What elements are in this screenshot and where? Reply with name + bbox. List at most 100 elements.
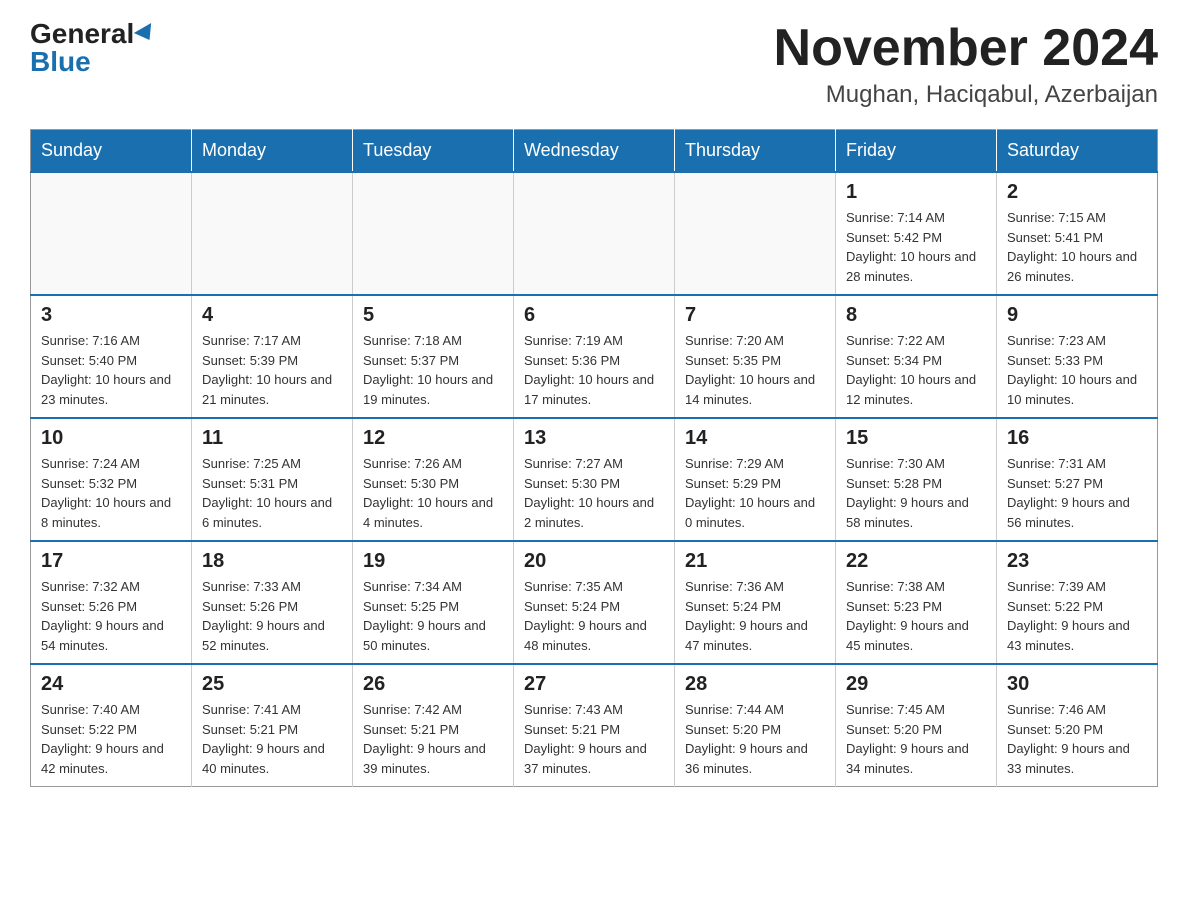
day-number: 11	[202, 427, 342, 450]
weekday-header-monday: Monday	[192, 130, 353, 173]
day-info: Sunrise: 7:44 AMSunset: 5:20 PMDaylight:…	[685, 700, 825, 778]
logo-arrow-icon	[134, 23, 158, 45]
day-info: Sunrise: 7:32 AMSunset: 5:26 PMDaylight:…	[41, 577, 181, 655]
day-number: 20	[524, 550, 664, 573]
calendar-cell: 30Sunrise: 7:46 AMSunset: 5:20 PMDayligh…	[997, 664, 1158, 787]
logo-general-text: General	[30, 20, 134, 48]
calendar-cell: 26Sunrise: 7:42 AMSunset: 5:21 PMDayligh…	[353, 664, 514, 787]
day-number: 23	[1007, 550, 1147, 573]
calendar-cell: 6 Sunrise: 7:19 AMSunset: 5:36 PMDaylight…	[514, 295, 675, 418]
day-number: 30	[1007, 673, 1147, 696]
logo-blue-text: Blue	[30, 48, 91, 76]
calendar-cell: 22Sunrise: 7:38 AMSunset: 5:23 PMDayligh…	[836, 541, 997, 664]
day-info: Sunrise: 7:23 AMSunset: 5:33 PMDaylight:…	[1007, 331, 1147, 409]
weekday-header-saturday: Saturday	[997, 130, 1158, 173]
day-number: 17	[41, 550, 181, 573]
calendar-cell: 7 Sunrise: 7:20 AMSunset: 5:35 PMDaylight…	[675, 295, 836, 418]
calendar-cell: 28Sunrise: 7:44 AMSunset: 5:20 PMDayligh…	[675, 664, 836, 787]
calendar-cell	[514, 172, 675, 295]
day-number: 15	[846, 427, 986, 450]
page-header: General Blue November 2024 Mughan, Haciq…	[30, 20, 1158, 109]
day-info: Sunrise: 7:25 AMSunset: 5:31 PMDaylight:…	[202, 454, 342, 532]
weekday-header-tuesday: Tuesday	[353, 130, 514, 173]
day-number: 7	[685, 304, 825, 327]
day-info: Sunrise: 7:19 AMSunset: 5:36 PMDaylight:…	[524, 331, 664, 409]
calendar-cell: 3 Sunrise: 7:16 AMSunset: 5:40 PMDaylight…	[31, 295, 192, 418]
day-info: Sunrise: 7:43 AMSunset: 5:21 PMDaylight:…	[524, 700, 664, 778]
day-number: 19	[363, 550, 503, 573]
day-info: Sunrise: 7:27 AMSunset: 5:30 PMDaylight:…	[524, 454, 664, 532]
calendar-cell: 8 Sunrise: 7:22 AMSunset: 5:34 PMDaylight…	[836, 295, 997, 418]
calendar-cell: 24Sunrise: 7:40 AMSunset: 5:22 PMDayligh…	[31, 664, 192, 787]
calendar-cell	[31, 172, 192, 295]
day-info: Sunrise: 7:36 AMSunset: 5:24 PMDaylight:…	[685, 577, 825, 655]
day-info: Sunrise: 7:31 AMSunset: 5:27 PMDaylight:…	[1007, 454, 1147, 532]
weekday-header-friday: Friday	[836, 130, 997, 173]
day-number: 1	[846, 181, 986, 204]
calendar-week-4: 24Sunrise: 7:40 AMSunset: 5:22 PMDayligh…	[31, 664, 1158, 787]
calendar-cell: 12 Sunrise: 7:26 AMSunset: 5:30 PMDayligh…	[353, 418, 514, 541]
calendar-cell: 21 Sunrise: 7:36 AMSunset: 5:24 PMDayligh…	[675, 541, 836, 664]
day-number: 4	[202, 304, 342, 327]
title-section: November 2024 Mughan, Haciqabul, Azerbai…	[774, 20, 1158, 109]
calendar-cell	[192, 172, 353, 295]
calendar-header-row: SundayMondayTuesdayWednesdayThursdayFrid…	[31, 130, 1158, 173]
calendar-week-3: 17 Sunrise: 7:32 AMSunset: 5:26 PMDayligh…	[31, 541, 1158, 664]
calendar-body: 1 Sunrise: 7:14 AMSunset: 5:42 PMDaylight…	[31, 172, 1158, 787]
calendar-cell: 25 Sunrise: 7:41 AMSunset: 5:21 PMDayligh…	[192, 664, 353, 787]
weekday-header-thursday: Thursday	[675, 130, 836, 173]
day-number: 29	[846, 673, 986, 696]
calendar-cell: 17 Sunrise: 7:32 AMSunset: 5:26 PMDayligh…	[31, 541, 192, 664]
day-info: Sunrise: 7:39 AMSunset: 5:22 PMDaylight:…	[1007, 577, 1147, 655]
day-info: Sunrise: 7:22 AMSunset: 5:34 PMDaylight:…	[846, 331, 986, 409]
location-title: Mughan, Haciqabul, Azerbaijan	[774, 81, 1158, 109]
calendar-cell: 1 Sunrise: 7:14 AMSunset: 5:42 PMDaylight…	[836, 172, 997, 295]
day-number: 10	[41, 427, 181, 450]
day-info: Sunrise: 7:45 AMSunset: 5:20 PMDaylight:…	[846, 700, 986, 778]
calendar-week-0: 1 Sunrise: 7:14 AMSunset: 5:42 PMDaylight…	[31, 172, 1158, 295]
day-number: 16	[1007, 427, 1147, 450]
day-number: 3	[41, 304, 181, 327]
day-info: Sunrise: 7:42 AMSunset: 5:21 PMDaylight:…	[363, 700, 503, 778]
day-number: 25	[202, 673, 342, 696]
day-number: 21	[685, 550, 825, 573]
day-number: 6	[524, 304, 664, 327]
day-number: 8	[846, 304, 986, 327]
calendar-cell: 5 Sunrise: 7:18 AMSunset: 5:37 PMDaylight…	[353, 295, 514, 418]
day-info: Sunrise: 7:41 AMSunset: 5:21 PMDaylight:…	[202, 700, 342, 778]
day-number: 22	[846, 550, 986, 573]
day-number: 9	[1007, 304, 1147, 327]
calendar-cell	[675, 172, 836, 295]
calendar-cell: 29 Sunrise: 7:45 AMSunset: 5:20 PMDayligh…	[836, 664, 997, 787]
day-number: 2	[1007, 181, 1147, 204]
day-info: Sunrise: 7:34 AMSunset: 5:25 PMDaylight:…	[363, 577, 503, 655]
calendar-cell: 11 Sunrise: 7:25 AMSunset: 5:31 PMDayligh…	[192, 418, 353, 541]
day-info: Sunrise: 7:15 AMSunset: 5:41 PMDaylight:…	[1007, 208, 1147, 286]
day-number: 18	[202, 550, 342, 573]
day-info: Sunrise: 7:16 AMSunset: 5:40 PMDaylight:…	[41, 331, 181, 409]
day-info: Sunrise: 7:26 AMSunset: 5:30 PMDaylight:…	[363, 454, 503, 532]
day-info: Sunrise: 7:20 AMSunset: 5:35 PMDaylight:…	[685, 331, 825, 409]
logo: General Blue	[30, 20, 156, 76]
day-number: 12	[363, 427, 503, 450]
calendar-cell	[353, 172, 514, 295]
calendar-cell: 19 Sunrise: 7:34 AMSunset: 5:25 PMDayligh…	[353, 541, 514, 664]
calendar-cell: 9 Sunrise: 7:23 AMSunset: 5:33 PMDaylight…	[997, 295, 1158, 418]
calendar-cell: 27Sunrise: 7:43 AMSunset: 5:21 PMDayligh…	[514, 664, 675, 787]
weekday-header-wednesday: Wednesday	[514, 130, 675, 173]
calendar-cell: 15Sunrise: 7:30 AMSunset: 5:28 PMDayligh…	[836, 418, 997, 541]
weekday-header-sunday: Sunday	[31, 130, 192, 173]
calendar-week-1: 3 Sunrise: 7:16 AMSunset: 5:40 PMDaylight…	[31, 295, 1158, 418]
calendar-cell: 20 Sunrise: 7:35 AMSunset: 5:24 PMDayligh…	[514, 541, 675, 664]
calendar-cell: 18 Sunrise: 7:33 AMSunset: 5:26 PMDayligh…	[192, 541, 353, 664]
calendar-cell: 4Sunrise: 7:17 AMSunset: 5:39 PMDaylight…	[192, 295, 353, 418]
day-info: Sunrise: 7:24 AMSunset: 5:32 PMDaylight:…	[41, 454, 181, 532]
day-info: Sunrise: 7:14 AMSunset: 5:42 PMDaylight:…	[846, 208, 986, 286]
day-number: 5	[363, 304, 503, 327]
day-info: Sunrise: 7:35 AMSunset: 5:24 PMDaylight:…	[524, 577, 664, 655]
calendar-cell: 14Sunrise: 7:29 AMSunset: 5:29 PMDayligh…	[675, 418, 836, 541]
calendar-cell: 16 Sunrise: 7:31 AMSunset: 5:27 PMDayligh…	[997, 418, 1158, 541]
calendar-cell: 13Sunrise: 7:27 AMSunset: 5:30 PMDayligh…	[514, 418, 675, 541]
day-info: Sunrise: 7:33 AMSunset: 5:26 PMDaylight:…	[202, 577, 342, 655]
day-info: Sunrise: 7:18 AMSunset: 5:37 PMDaylight:…	[363, 331, 503, 409]
